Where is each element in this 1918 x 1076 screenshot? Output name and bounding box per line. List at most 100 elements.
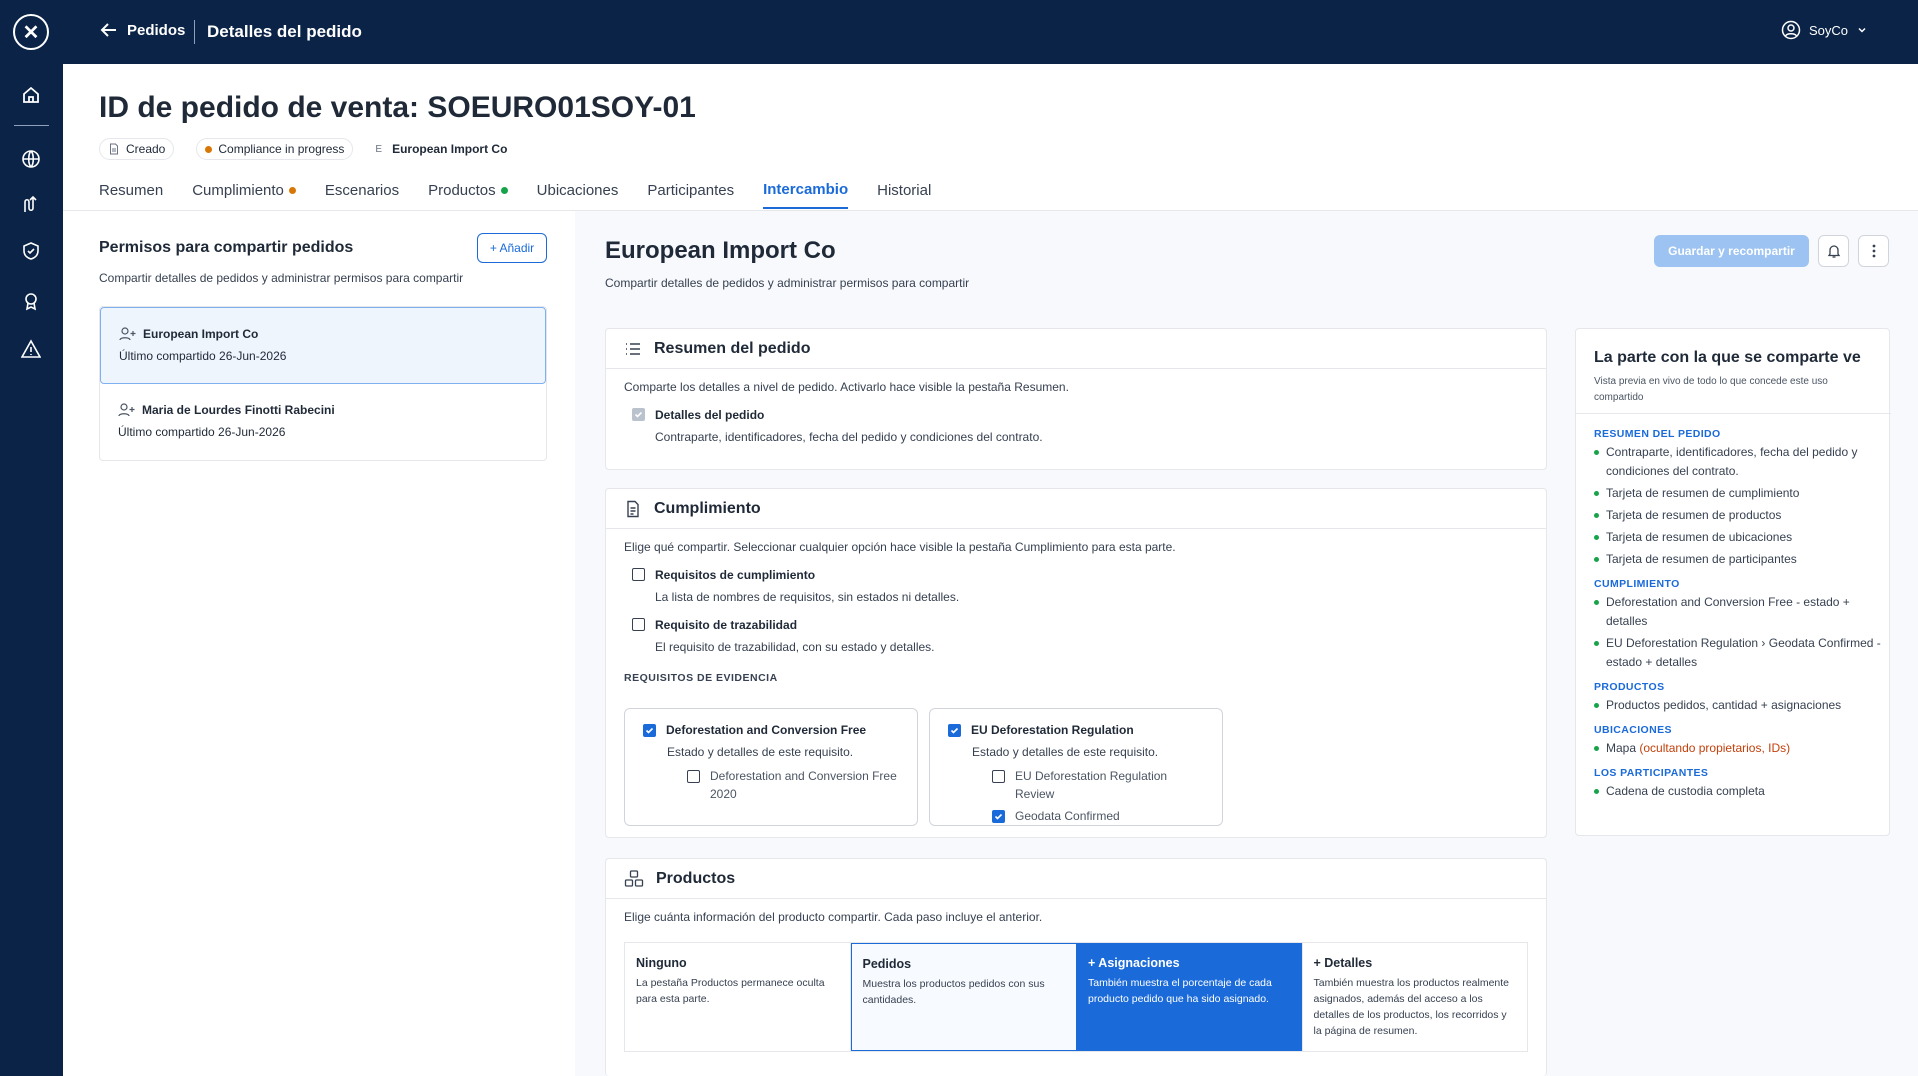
back-link[interactable]: Pedidos xyxy=(99,20,185,40)
eudr-checkbox[interactable] xyxy=(948,723,961,737)
more-options-button[interactable] xyxy=(1858,235,1889,267)
notify-button[interactable] xyxy=(1818,235,1849,267)
option-description: Contraparte, identificadores, fecha del … xyxy=(655,430,1043,444)
card-description: Elige qué compartir. Seleccionar cualqui… xyxy=(624,540,1176,554)
evidence-description: Estado y detalles de este requisito. xyxy=(667,745,854,759)
user-menu[interactable]: SoyCo xyxy=(1781,20,1868,40)
preview-item: Contraparte, identificadores, fecha del … xyxy=(1594,443,1884,481)
evidence-description: Estado y detalles de este requisito. xyxy=(972,745,1159,759)
resumen-card: Resumen del pedido Comparte los detalles… xyxy=(605,328,1547,470)
level-description: Muestra los productos pedidos con sus ca… xyxy=(862,978,1045,1006)
tab-historial[interactable]: Historial xyxy=(877,181,931,209)
preview-subtitle: Vista previa en vivo de todo lo que conc… xyxy=(1594,376,1828,403)
level-option-ninguno[interactable]: Ninguno La pestaña Productos permanece o… xyxy=(625,943,851,1051)
level-description: También muestra el porcentaje de cada pr… xyxy=(1088,977,1272,1005)
party-subtitle: Compartir detalles de pedidos y administ… xyxy=(605,276,970,290)
top-bar: Pedidos Detalles del pedido SoyCo xyxy=(63,0,1918,64)
tab-label: Productos xyxy=(428,182,496,199)
tab-productos[interactable]: Productos xyxy=(428,181,508,209)
shield-icon[interactable] xyxy=(18,238,44,264)
level-title: Pedidos xyxy=(862,957,912,971)
preview-section-label: RESUMEN DEL PEDIDO xyxy=(1594,428,1721,440)
level-title: + Detalles xyxy=(1313,956,1373,970)
tab-label: Participantes xyxy=(647,182,735,199)
tab-status-dot xyxy=(288,187,296,194)
breadcrumb-current: Detalles del pedido xyxy=(207,22,362,41)
document-icon xyxy=(110,143,118,155)
traceability-requirement-checkbox[interactable] xyxy=(632,618,645,631)
list-icon xyxy=(626,342,640,355)
preview-section-label: UBICACIONES xyxy=(1594,724,1672,736)
tab-resumen[interactable]: Resumen xyxy=(99,181,163,209)
dcf-2020-checkbox[interactable] xyxy=(687,770,700,783)
level-description: También muestra los productos realmente … xyxy=(1313,977,1510,1037)
warning-icon[interactable] xyxy=(18,336,44,362)
tab-intercambio[interactable]: Intercambio xyxy=(763,181,849,209)
geodata-confirmed-checkbox[interactable] xyxy=(992,810,1005,823)
route-icon[interactable] xyxy=(18,191,44,217)
dcf-checkbox[interactable] xyxy=(643,723,656,737)
counterparty-initial: E xyxy=(375,143,383,155)
level-option-detalles[interactable]: + Detalles También muestra los productos… xyxy=(1303,943,1528,1051)
status-badge-creado: Creado xyxy=(99,138,175,160)
status-badge-compliance: Compliance in progress xyxy=(196,138,354,160)
counterparty-badge: E European Import Co xyxy=(375,139,508,159)
preview-content: RESUMEN DEL PEDIDO Contraparte, identifi… xyxy=(1594,428,1884,804)
user-name: SoyCo xyxy=(1808,22,1848,38)
app-logo[interactable]: ✕ xyxy=(13,14,49,50)
status-dot xyxy=(205,145,213,153)
document-icon xyxy=(627,500,639,517)
party-title: European Import Co xyxy=(605,237,836,264)
party-item[interactable]: Maria de Lourdes Finotti Rabecini Último… xyxy=(100,384,546,460)
user-plus-icon xyxy=(118,403,135,417)
preview-title: La parte con la que se comparte ve xyxy=(1594,349,1861,366)
sub-requirement-label: Geodata Confirmed xyxy=(1015,809,1120,823)
home-icon[interactable] xyxy=(18,82,44,108)
party-item[interactable]: European Import Co Último compartido 26-… xyxy=(100,307,546,384)
bell-icon xyxy=(1827,245,1840,258)
card-header: Resumen del pedido xyxy=(606,329,1546,369)
level-option-asignaciones[interactable]: + Asignaciones También muestra el porcen… xyxy=(1077,943,1303,1051)
preview-item: Tarjeta de resumen de ubicaciones xyxy=(1594,528,1884,547)
evidence-title: Deforestation and Conversion Free xyxy=(666,723,867,737)
tab-label: Historial xyxy=(877,182,932,199)
tab-ubicaciones[interactable]: Ubicaciones xyxy=(537,181,619,209)
preview-item: Tarjeta de resumen de cumplimiento xyxy=(1594,484,1884,503)
globe-icon[interactable] xyxy=(18,146,44,172)
user-circle-icon xyxy=(1781,20,1801,40)
option-title: Requisitos de cumplimiento xyxy=(655,568,816,582)
preview-item: EU Deforestation Regulation › Geodata Co… xyxy=(1594,634,1884,672)
breadcrumb-divider xyxy=(194,20,195,44)
eudr-review-checkbox[interactable] xyxy=(992,770,1005,783)
tab-cumplimiento[interactable]: Cumplimiento xyxy=(192,181,296,209)
preview-section-label: LOS PARTICIPANTES xyxy=(1594,767,1709,779)
save-reshare-button[interactable]: Guardar y recompartir xyxy=(1654,235,1809,267)
preview-divider xyxy=(1576,413,1891,414)
add-party-button[interactable]: + Añadir xyxy=(477,233,547,263)
status-badge-label: Compliance in progress xyxy=(218,142,345,156)
tab-label: Resumen xyxy=(99,182,164,199)
card-header: Cumplimiento xyxy=(606,489,1546,529)
card-title: Cumplimiento xyxy=(654,499,761,517)
product-share-levels: Ninguno La pestaña Productos permanece o… xyxy=(624,942,1528,1052)
compliance-requirements-checkbox[interactable] xyxy=(632,568,645,581)
order-details-checkbox[interactable] xyxy=(632,408,645,421)
preview-item: Tarjeta de resumen de productos xyxy=(1594,506,1884,525)
award-icon[interactable] xyxy=(18,288,44,314)
page-header: ID de pedido de venta: SOEURO01SOY-01 Cr… xyxy=(63,64,1918,211)
card-description: Elige cuánta información del producto co… xyxy=(624,910,1043,924)
arrow-left-icon xyxy=(100,23,116,37)
tab-participantes[interactable]: Participantes xyxy=(647,181,734,209)
tab-status-dot xyxy=(500,187,508,194)
tab-label: Cumplimiento xyxy=(192,182,284,199)
back-label: Pedidos xyxy=(127,21,186,39)
evidence-box-eudr: EU Deforestation Regulation Estado y det… xyxy=(929,708,1223,826)
level-option-pedidos[interactable]: Pedidos Muestra los productos pedidos co… xyxy=(850,943,1077,1051)
tab-bar: Resumen Cumplimiento Escenarios Producto… xyxy=(99,181,931,209)
tab-label: Escenarios xyxy=(324,182,400,199)
share-detail-panel: European Import Co Compartir detalles de… xyxy=(575,211,1918,1076)
tab-escenarios[interactable]: Escenarios xyxy=(325,181,399,209)
preview-item: Tarjeta de resumen de participantes xyxy=(1594,550,1884,569)
panel-subtitle: Compartir detalles de pedidos y administ… xyxy=(99,271,464,285)
share-preview-panel: La parte con la que se comparte ve Vista… xyxy=(1575,328,1891,836)
